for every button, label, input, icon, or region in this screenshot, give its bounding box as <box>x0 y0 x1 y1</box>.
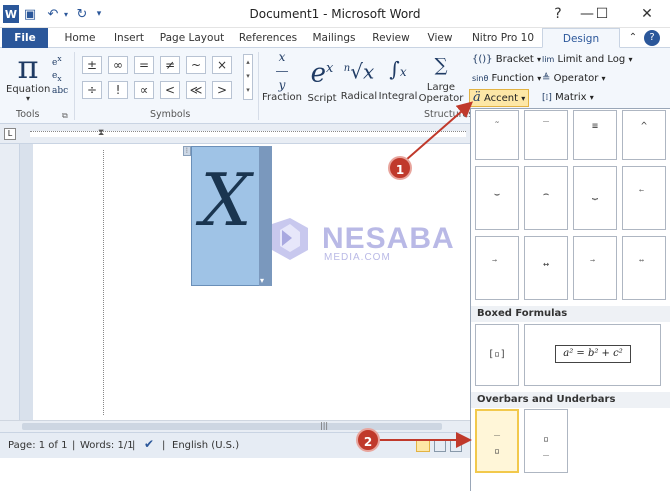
double-bar-icon: ≡ <box>591 121 599 132</box>
accent-option-bar[interactable]: ‾ <box>524 110 568 160</box>
accent-option-hat[interactable]: ^ <box>622 110 666 160</box>
symbol-button[interactable]: ± <box>82 56 102 74</box>
double-arrow-icon: ⃡ <box>623 259 665 270</box>
symbol-button[interactable]: ≠ <box>160 56 180 74</box>
step-1-badge: 1 <box>388 156 412 180</box>
tilde-icon: ˜ <box>493 121 501 132</box>
symbol-button[interactable]: ~ <box>186 56 206 74</box>
both-arrow-icon: ↔ <box>542 259 550 270</box>
accent-option-arc[interactable]: ⌢ <box>524 166 568 230</box>
symbol-button[interactable]: ∝ <box>134 81 154 99</box>
right-arrow-icon: ⃗ <box>476 259 518 270</box>
symbol-button[interactable]: × <box>212 56 232 74</box>
step-2-badge: 2 <box>356 428 380 452</box>
hat-icon: ^ <box>640 121 648 132</box>
arc-icon: ⌢ <box>542 189 550 200</box>
accent-option-brace[interactable]: ⏟ <box>573 166 617 230</box>
symbol-button[interactable]: ! <box>108 81 128 99</box>
accent-option-right-harpoon[interactable]: ⃗ <box>573 236 617 300</box>
symbol-button[interactable]: > <box>212 81 232 99</box>
symbol-button[interactable]: ≪ <box>186 81 206 99</box>
brace-icon: ⏟ <box>592 189 598 200</box>
accent-option-both-arrow[interactable]: ↔ <box>524 236 568 300</box>
symbol-button[interactable]: < <box>160 81 180 99</box>
accent-option-right-arrow[interactable]: ⃗ <box>475 236 519 300</box>
bar-icon: ‾ <box>542 121 550 132</box>
accent-option-tilde[interactable]: ˜ <box>475 110 519 160</box>
accent-option-breve[interactable]: ⌣ <box>475 166 519 230</box>
symbol-button[interactable]: = <box>134 56 154 74</box>
accent-option-double-bar[interactable]: ≡ <box>573 110 617 160</box>
symbol-button[interactable]: ∞ <box>108 56 128 74</box>
left-arrow-icon: ⃖ <box>623 189 665 200</box>
arrow-1 <box>405 101 474 161</box>
breve-icon: ⌣ <box>493 189 501 200</box>
right-harpoon-icon: ⃗ <box>574 259 616 270</box>
symbol-button[interactable]: ÷ <box>82 81 102 99</box>
accent-option-double-arrow[interactable]: ⃡ <box>622 236 666 300</box>
accent-option-left-arrow[interactable]: ⃖ <box>622 166 666 230</box>
